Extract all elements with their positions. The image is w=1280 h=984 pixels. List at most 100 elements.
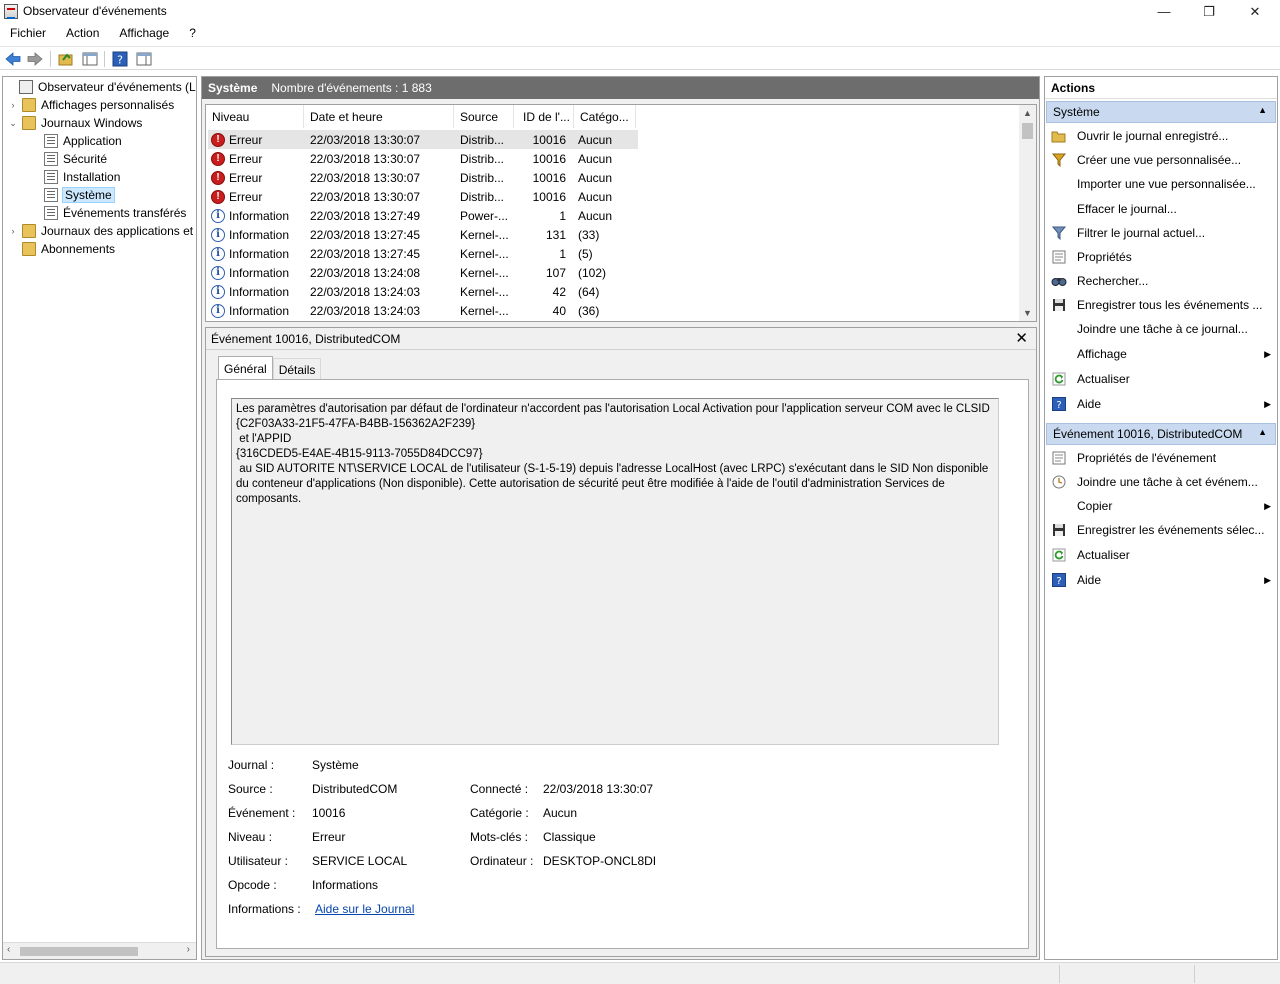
collapse-caret-icon[interactable]: ▲ <box>1258 427 1267 437</box>
action-pane-icon[interactable] <box>135 50 153 68</box>
action-label: Affichage <box>1077 347 1127 361</box>
action-help[interactable]: ? Aide ▶ <box>1051 393 1275 415</box>
prop-event-value: 10016 <box>312 806 346 820</box>
table-row[interactable]: ! Erreur 22/03/2018 13:30:07 Distrib... … <box>208 187 638 206</box>
action-save-selected-events[interactable]: Enregistrer les événements sélec... <box>1051 519 1275 541</box>
tree-item-forwarded-events[interactable]: Événements transférés <box>44 204 186 222</box>
actions-section-system[interactable]: Système ▲ <box>1046 101 1276 123</box>
scroll-right-arrow-icon[interactable]: › <box>187 944 190 955</box>
action-filter-log[interactable]: Filtrer le journal actuel... <box>1051 222 1275 244</box>
table-row[interactable]: i Information 22/03/2018 13:24:03 Kernel… <box>208 301 638 320</box>
prop-logged-label: Connecté : <box>470 782 529 796</box>
tree-item-custom-views[interactable]: › Affichages personnalisés <box>8 96 174 114</box>
tree-item-app-services-logs[interactable]: › Journaux des applications et <box>8 222 193 240</box>
tree-item-subscriptions[interactable]: Abonnements <box>22 240 115 258</box>
tab-details[interactable]: Détails <box>272 358 322 379</box>
action-properties[interactable]: Propriétés <box>1051 246 1275 268</box>
collapse-caret-icon[interactable]: ▲ <box>1258 105 1267 115</box>
expand-arrow-icon[interactable]: › <box>8 100 18 110</box>
scrollbar-thumb[interactable] <box>20 947 138 956</box>
action-save-all-events[interactable]: Enregistrer tous les événements ... <box>1051 294 1275 316</box>
filter-icon <box>1051 225 1067 241</box>
scroll-down-arrow-icon[interactable]: ▼ <box>1023 308 1032 318</box>
menu-fichier[interactable]: Fichier <box>0 24 56 44</box>
action-attach-task-to-log[interactable]: Joindre une tâche à ce journal... <box>1051 318 1275 340</box>
collapse-arrow-icon[interactable]: ⌄ <box>8 118 18 129</box>
column-header-source[interactable]: Source <box>454 105 514 128</box>
action-refresh[interactable]: Actualiser <box>1051 368 1275 390</box>
maximize-button[interactable]: ❐ <box>1186 0 1232 23</box>
action-refresh-event[interactable]: Actualiser <box>1051 544 1275 566</box>
table-row[interactable]: i Information 22/03/2018 13:27:45 Kernel… <box>208 244 638 263</box>
open-folder-icon[interactable] <box>57 50 75 68</box>
table-row[interactable]: i Information 22/03/2018 13:24:03 Kernel… <box>208 282 638 301</box>
column-header-event-id[interactable]: ID de l'... <box>514 105 574 128</box>
cell-level: Erreur <box>229 170 263 185</box>
actions-section-event[interactable]: Événement 10016, DistributedCOM ▲ <box>1046 423 1276 445</box>
cell-event-id: 1 <box>559 208 566 223</box>
cell-event-id: 1 <box>559 246 566 261</box>
general-tab-panel: Les paramètres d'autorisation par défaut… <box>216 379 1029 949</box>
column-header-date[interactable]: Date et heure <box>304 105 454 128</box>
cell-level: Information <box>229 303 290 318</box>
action-clear-log[interactable]: Effacer le journal... <box>1051 198 1275 220</box>
tree-item-security[interactable]: Sécurité <box>44 150 107 168</box>
menu-help[interactable]: ? <box>179 24 206 44</box>
forward-arrow-icon[interactable] <box>26 50 44 68</box>
action-copy[interactable]: Copier ▶ <box>1051 495 1275 517</box>
tree-item-root[interactable]: Observateur d'événements (Local) <box>5 78 196 96</box>
action-attach-task-to-event[interactable]: Joindre une tâche à cet événem... <box>1051 471 1275 493</box>
table-row[interactable]: ! Erreur 22/03/2018 13:30:07 Distrib... … <box>208 149 638 168</box>
event-list-vertical-scrollbar[interactable]: ▲ ▼ <box>1019 105 1036 321</box>
prop-keywords-value: Classique <box>543 830 596 844</box>
table-row[interactable]: i Information 22/03/2018 13:27:49 Power-… <box>208 206 638 225</box>
action-import-custom-view[interactable]: Importer une vue personnalisée... <box>1051 173 1275 195</box>
cell-event-id: 40 <box>552 303 566 318</box>
expand-arrow-icon[interactable]: › <box>8 226 18 236</box>
cell-category: Aucun <box>578 151 613 166</box>
tab-general[interactable]: Général <box>218 356 273 379</box>
cell-source: Kernel-... <box>460 227 509 242</box>
help-icon[interactable]: ? <box>111 50 129 68</box>
scrollbar-thumb[interactable] <box>1022 123 1033 139</box>
section-label: Événement 10016, DistributedCOM <box>1053 427 1243 441</box>
event-description[interactable]: Les paramètres d'autorisation par défaut… <box>231 398 999 745</box>
scroll-up-arrow-icon[interactable]: ▲ <box>1023 108 1032 118</box>
minimize-button[interactable]: — <box>1141 0 1187 23</box>
table-row[interactable]: i Information 22/03/2018 13:24:08 Kernel… <box>208 263 638 282</box>
action-event-properties[interactable]: Propriétés de l'événement <box>1051 447 1275 469</box>
log-icon <box>44 206 58 220</box>
prop-info-label: Informations : <box>228 902 301 916</box>
tree-horizontal-scrollbar[interactable]: ‹ › <box>3 942 196 959</box>
action-view[interactable]: Affichage ▶ <box>1051 343 1275 365</box>
tree-item-label: Application <box>63 134 122 148</box>
help-icon: ? <box>1051 572 1067 588</box>
column-header-category[interactable]: Catégo... <box>574 105 636 128</box>
column-header-level[interactable]: Niveau <box>206 105 304 128</box>
table-row[interactable]: ! Erreur 22/03/2018 13:30:07 Distrib... … <box>208 168 638 187</box>
action-label: Aide <box>1077 573 1102 587</box>
table-row[interactable]: ! Erreur 22/03/2018 13:30:07 Distrib... … <box>208 130 638 149</box>
action-find[interactable]: Rechercher... <box>1051 270 1275 292</box>
tree-item-windows-logs[interactable]: ⌄ Journaux Windows <box>8 114 142 132</box>
cell-date: 22/03/2018 13:30:07 <box>310 151 421 166</box>
table-row[interactable]: i Information 22/03/2018 13:27:45 Kernel… <box>208 225 638 244</box>
close-button[interactable]: ✕ <box>1232 0 1278 23</box>
tree-item-application[interactable]: Application <box>44 132 122 150</box>
back-arrow-icon[interactable] <box>4 50 22 68</box>
tree-item-system[interactable]: Système <box>44 186 115 204</box>
prop-opcode-label: Opcode : <box>228 878 277 892</box>
scroll-left-arrow-icon[interactable]: ‹ <box>7 944 10 955</box>
close-detail-icon[interactable]: ✕ <box>1015 329 1028 347</box>
action-create-custom-view[interactable]: Créer une vue personnalisée... <box>1051 149 1275 171</box>
menu-affichage[interactable]: Affichage <box>109 24 179 44</box>
filter-create-icon <box>1051 152 1067 168</box>
tree-item-setup[interactable]: Installation <box>44 168 120 186</box>
event-log-help-link[interactable]: Aide sur le Journal <box>315 902 414 916</box>
action-open-saved-log[interactable]: Ouvrir le journal enregistré... <box>1051 125 1275 147</box>
action-label: Actualiser <box>1077 548 1130 562</box>
menu-action[interactable]: Action <box>56 24 109 44</box>
console-tree-icon[interactable] <box>81 50 99 68</box>
action-help-event[interactable]: ? Aide ▶ <box>1051 569 1275 591</box>
tree-item-label: Journaux des applications et <box>41 224 194 238</box>
